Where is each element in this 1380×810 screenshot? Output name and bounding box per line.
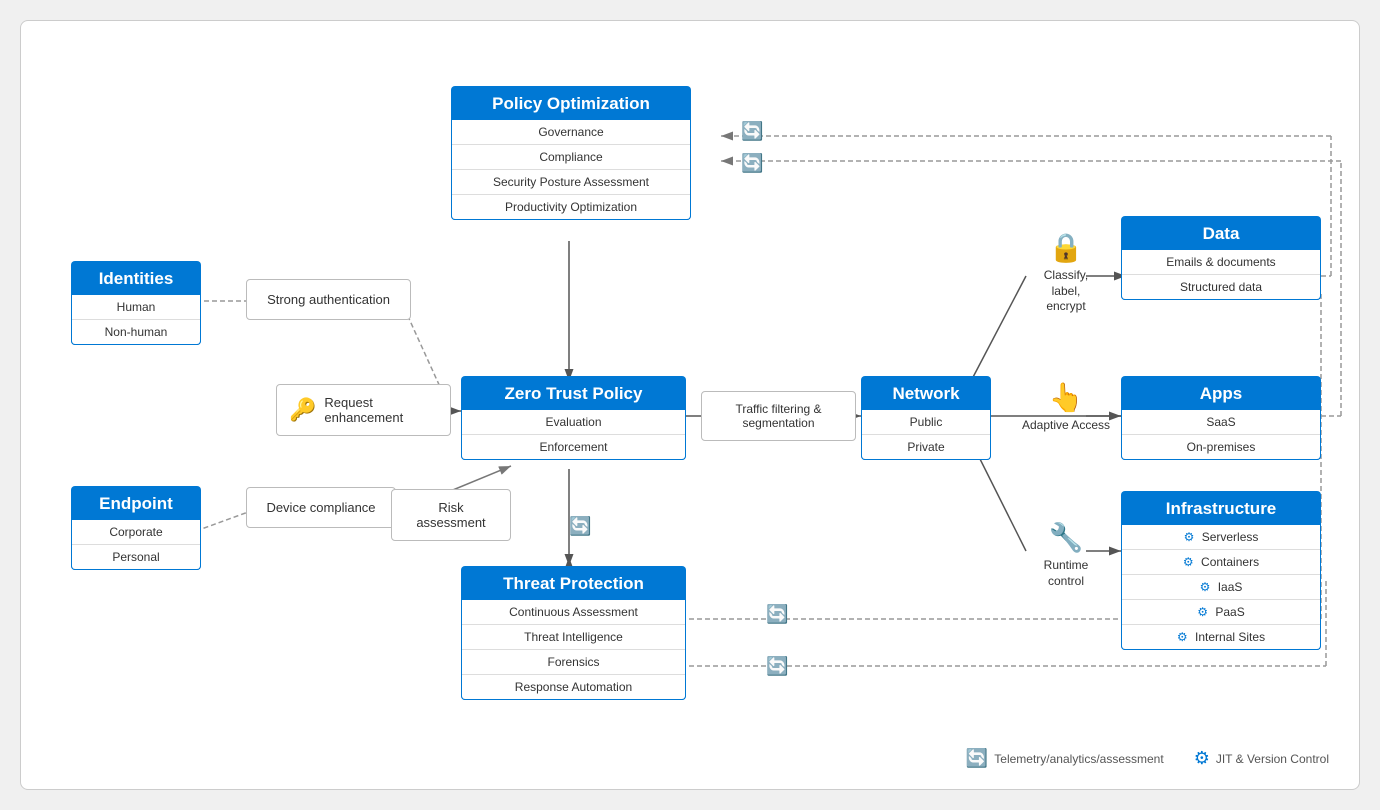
traffic-filtering-box: Traffic filtering & segmentation: [701, 391, 856, 441]
endpoint-row-corporate: Corporate: [72, 520, 200, 545]
data-box: Data Emails & documents Structured data: [1121, 216, 1321, 300]
classify-icon: 🔒: [1049, 231, 1084, 264]
apps-row-0: SaaS: [1122, 410, 1320, 435]
policy-opt-row-0: Governance: [452, 120, 690, 145]
adaptive-icon: 👆: [1049, 381, 1084, 414]
threat-prot-row-3: Response Automation: [462, 675, 685, 699]
legend-telemetry-label: Telemetry/analytics/assessment: [994, 752, 1163, 766]
threat-prot-row-2: Forensics: [462, 650, 685, 675]
policy-opt-row-1: Compliance: [452, 145, 690, 170]
runtime-control-text: Runtime control: [1044, 558, 1089, 589]
infra-row-3: ⚙ PaaS: [1122, 600, 1320, 625]
infra-row-2: ⚙ IaaS: [1122, 575, 1320, 600]
classify-label-box: 🔒 Classify, label, encrypt: [1016, 231, 1116, 315]
jit-icon-infra-3: ⚙: [1197, 605, 1208, 619]
zero-trust-policy-box: Zero Trust Policy Evaluation Enforcement: [461, 376, 686, 460]
apps-rows: SaaS On-premises: [1121, 410, 1321, 460]
runtime-control-box: 🔧 Runtime control: [1016, 521, 1116, 589]
endpoint-title: Endpoint: [71, 486, 201, 520]
request-enhancement-box: 🔑 Request enhancement: [276, 384, 451, 436]
policy-opt-row-3: Productivity Optimization: [452, 195, 690, 219]
legend-jit-label: JIT & Version Control: [1216, 752, 1329, 766]
policy-optimization-rows: Governance Compliance Security Posture A…: [451, 120, 691, 220]
infra-row-1: ⚙ Containers: [1122, 550, 1320, 575]
network-row-1: Private: [862, 435, 990, 459]
telemetry-icon-4: 🔄: [569, 516, 591, 537]
zero-trust-rows: Evaluation Enforcement: [461, 410, 686, 460]
jit-icon-infra-2: ⚙: [1200, 580, 1211, 594]
endpoint-rows: Corporate Personal: [71, 520, 201, 570]
zero-trust-row-1: Enforcement: [462, 435, 685, 459]
infra-row-0: ⚙ Serverless: [1122, 525, 1320, 550]
apps-box: Apps SaaS On-premises: [1121, 376, 1321, 460]
traffic-filtering-text: Traffic filtering & segmentation: [714, 402, 843, 430]
device-compliance-text: Device compliance: [262, 500, 380, 515]
classify-label-text: Classify, label, encrypt: [1044, 268, 1088, 315]
policy-opt-row-2: Security Posture Assessment: [452, 170, 690, 195]
data-row-0: Emails & documents: [1122, 250, 1320, 275]
infrastructure-box: Infrastructure ⚙ Serverless ⚙ Containers…: [1121, 491, 1321, 650]
threat-protection-rows: Continuous Assessment Threat Intelligenc…: [461, 600, 686, 700]
policy-optimization-title: Policy Optimization: [451, 86, 691, 120]
identities-rows: Human Non-human: [71, 295, 201, 345]
policy-optimization-box: Policy Optimization Governance Complianc…: [451, 86, 691, 220]
jit-icon-infra-0: ⚙: [1184, 530, 1195, 544]
jit-icon-infra-4: ⚙: [1177, 630, 1188, 644]
identities-row-nonhuman: Non-human: [72, 320, 200, 344]
risk-assessment-box: Risk assessment: [391, 489, 511, 541]
network-row-0: Public: [862, 410, 990, 435]
endpoint-row-personal: Personal: [72, 545, 200, 569]
strong-auth-text: Strong authentication: [262, 292, 395, 307]
threat-prot-row-0: Continuous Assessment: [462, 600, 685, 625]
telemetry-icon-1: 🔄: [741, 121, 763, 142]
adaptive-access-text: Adaptive Access: [1022, 418, 1110, 434]
network-box: Network Public Private: [861, 376, 991, 460]
data-row-1: Structured data: [1122, 275, 1320, 299]
endpoint-box: Endpoint Corporate Personal: [71, 486, 201, 570]
legend-jit-icon: ⚙: [1194, 748, 1210, 769]
network-rows: Public Private: [861, 410, 991, 460]
apps-title: Apps: [1121, 376, 1321, 410]
data-title: Data: [1121, 216, 1321, 250]
zero-trust-title: Zero Trust Policy: [461, 376, 686, 410]
telemetry-icon-3: 🔄: [766, 604, 788, 625]
infra-row-4: ⚙ Internal Sites: [1122, 625, 1320, 649]
identities-row-human: Human: [72, 295, 200, 320]
runtime-icon: 🔧: [1049, 521, 1084, 554]
threat-protection-box: Threat Protection Continuous Assessment …: [461, 566, 686, 700]
legend-telemetry-icon: 🔄: [966, 748, 988, 769]
request-icon: 🔑: [289, 397, 316, 423]
telemetry-icon-2: 🔄: [741, 153, 763, 174]
threat-prot-row-1: Threat Intelligence: [462, 625, 685, 650]
identities-title: Identities: [71, 261, 201, 295]
legend-telemetry: 🔄 Telemetry/analytics/assessment: [966, 748, 1164, 769]
threat-protection-title: Threat Protection: [461, 566, 686, 600]
jit-icon-infra-1: ⚙: [1183, 555, 1194, 569]
device-compliance-box: Device compliance: [246, 487, 396, 528]
legend-jit: ⚙ JIT & Version Control: [1194, 748, 1329, 769]
infrastructure-title: Infrastructure: [1121, 491, 1321, 525]
legend: 🔄 Telemetry/analytics/assessment ⚙ JIT &…: [966, 748, 1329, 769]
diagram-container: Identities Human Non-human Endpoint Corp…: [20, 20, 1360, 790]
data-rows: Emails & documents Structured data: [1121, 250, 1321, 300]
strong-auth-box: Strong authentication: [246, 279, 411, 320]
apps-row-1: On-premises: [1122, 435, 1320, 459]
infrastructure-rows: ⚙ Serverless ⚙ Containers ⚙ IaaS ⚙ PaaS …: [1121, 525, 1321, 650]
identities-box: Identities Human Non-human: [71, 261, 201, 345]
risk-assessment-text: Risk assessment: [404, 500, 498, 530]
network-title: Network: [861, 376, 991, 410]
zero-trust-row-0: Evaluation: [462, 410, 685, 435]
request-enhancement-text: Request enhancement: [324, 395, 403, 425]
telemetry-icon-5: 🔄: [766, 656, 788, 677]
adaptive-access-box: 👆 Adaptive Access: [1016, 381, 1116, 434]
